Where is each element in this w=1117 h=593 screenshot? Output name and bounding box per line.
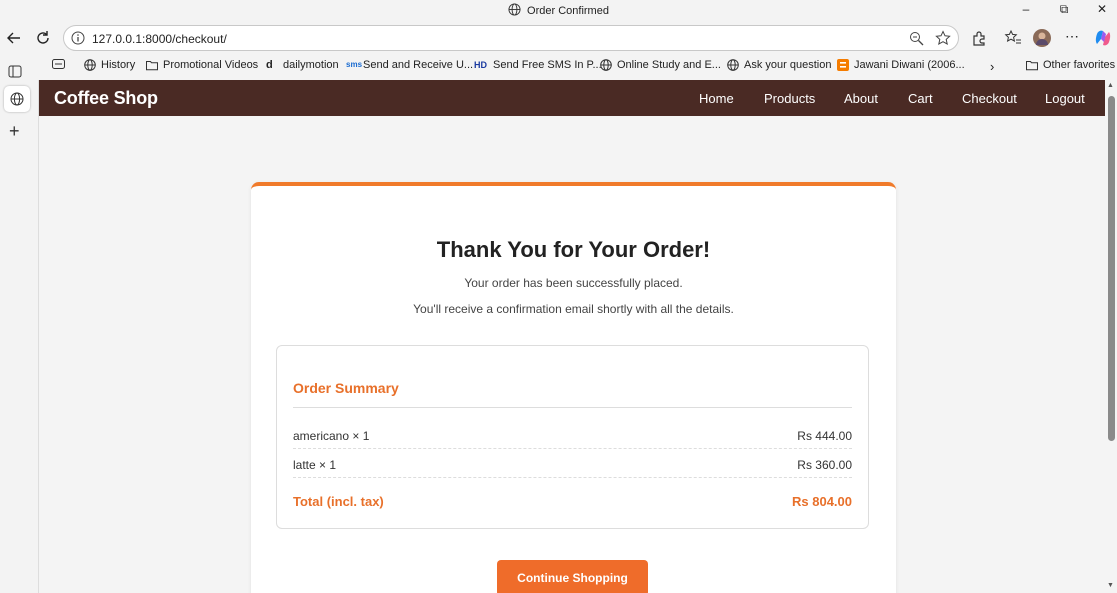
refresh-icon [37, 31, 49, 44]
tab-actions-icon[interactable] [8, 64, 22, 83]
refresh-button[interactable] [33, 28, 53, 48]
address-toolbar: 127.0.0.1:8000/checkout/ ⋯ [0, 22, 1117, 54]
globe-icon [84, 59, 96, 71]
divider [293, 407, 852, 408]
favorite-dailymotion[interactable]: d dailymotion [266, 59, 339, 71]
favorites-list-icon[interactable] [1003, 28, 1023, 48]
email-notice: You'll receive a confirmation email shor… [413, 302, 734, 316]
order-total: Total (incl. tax) Rs 804.00 [293, 494, 852, 509]
list-item: latte × 1 Rs 360.00 [293, 450, 852, 478]
new-tab-plus-icon[interactable]: + [9, 122, 20, 140]
item-price: Rs 444.00 [797, 429, 852, 443]
item-name: americano × 1 [293, 429, 370, 443]
confirmation-card: Thank You for Your Order! Your order has… [251, 182, 896, 593]
success-message: Your order has been successfully placed. [464, 276, 683, 290]
favorite-online-study[interactable]: Online Study and E... [600, 59, 721, 71]
address-bar[interactable]: 127.0.0.1:8000/checkout/ [63, 25, 959, 51]
page-viewport: Coffee Shop Home Products About Cart Che… [38, 80, 1105, 593]
scrollbar-thumb[interactable] [1108, 96, 1115, 441]
window-title: Order Confirmed [527, 5, 609, 17]
continue-shopping-button[interactable]: Continue Shopping [497, 560, 648, 593]
close-window-button[interactable]: ✕ [1083, 0, 1117, 20]
folder-icon [146, 61, 158, 71]
blogger-icon [837, 59, 849, 71]
total-value: Rs 804.00 [792, 494, 852, 509]
favorite-ask-question[interactable]: Ask your question [727, 59, 831, 71]
scroll-down-icon[interactable]: ▼ [1107, 582, 1114, 589]
favorite-promotional-videos[interactable]: Promotional Videos [146, 59, 258, 71]
hd-icon: HD [474, 60, 487, 70]
globe-icon [727, 59, 739, 71]
favorite-send-receive[interactable]: sms Send and Receive U... [346, 59, 473, 71]
globe-icon [600, 59, 612, 71]
order-summary: Order Summary americano × 1 Rs 444.00 la… [276, 345, 869, 529]
restore-button[interactable]: ⧉ [1045, 0, 1083, 20]
vertical-tabs-sidebar: + [0, 65, 36, 593]
dailymotion-icon: d [266, 59, 273, 71]
favorite-star-icon[interactable] [935, 30, 951, 51]
window-titlebar: Order Confirmed – ⧉ ✕ [0, 0, 1117, 20]
back-arrow-icon [7, 32, 20, 44]
order-summary-title: Order Summary [293, 380, 399, 396]
nav-checkout[interactable]: Checkout [962, 91, 1017, 106]
globe-icon [508, 3, 521, 19]
favorite-history[interactable]: History [84, 59, 135, 71]
page-scrollbar[interactable]: ▲ ▼ [1105, 80, 1117, 593]
folder-icon [1026, 61, 1038, 71]
nav-about[interactable]: About [844, 91, 878, 106]
other-favorites[interactable]: Other favorites [1026, 59, 1115, 71]
item-name: latte × 1 [293, 458, 337, 472]
sms-icon: sms [346, 60, 363, 69]
favorite-jawani-diwani[interactable]: Jawani Diwani (2006... [837, 59, 965, 71]
minimize-button[interactable]: – [1007, 0, 1045, 20]
active-tab[interactable] [4, 86, 30, 112]
nav-logout[interactable]: Logout [1045, 91, 1085, 106]
more-menu-icon[interactable]: ⋯ [1062, 28, 1082, 48]
favorite-send-free-sms[interactable]: HD Send Free SMS In P... [474, 59, 602, 71]
zoom-icon[interactable] [909, 31, 924, 51]
nav-home[interactable]: Home [699, 91, 734, 106]
reading-list-icon[interactable] [52, 59, 65, 69]
site-navbar: Coffee Shop Home Products About Cart Che… [39, 80, 1105, 116]
item-price: Rs 360.00 [797, 458, 852, 472]
url-text[interactable]: 127.0.0.1:8000/checkout/ [92, 32, 227, 46]
page-title: Thank You for Your Order! [436, 237, 711, 262]
favorites-overflow-chevron-icon[interactable]: › [990, 59, 994, 74]
total-label: Total (incl. tax) [293, 494, 384, 509]
nav-products[interactable]: Products [764, 91, 815, 106]
copilot-icon[interactable] [1093, 28, 1113, 48]
back-button[interactable] [4, 28, 24, 48]
site-info-icon[interactable] [71, 31, 85, 50]
scroll-up-icon[interactable]: ▲ [1107, 82, 1114, 89]
profile-avatar[interactable] [1032, 28, 1052, 48]
favorites-bar: History Promotional Videos d dailymotion… [0, 56, 1117, 78]
list-item: americano × 1 Rs 444.00 [293, 421, 852, 449]
nav-cart[interactable]: Cart [908, 91, 933, 106]
globe-icon [10, 92, 24, 106]
extensions-icon[interactable] [969, 28, 989, 48]
site-brand[interactable]: Coffee Shop [54, 88, 158, 109]
